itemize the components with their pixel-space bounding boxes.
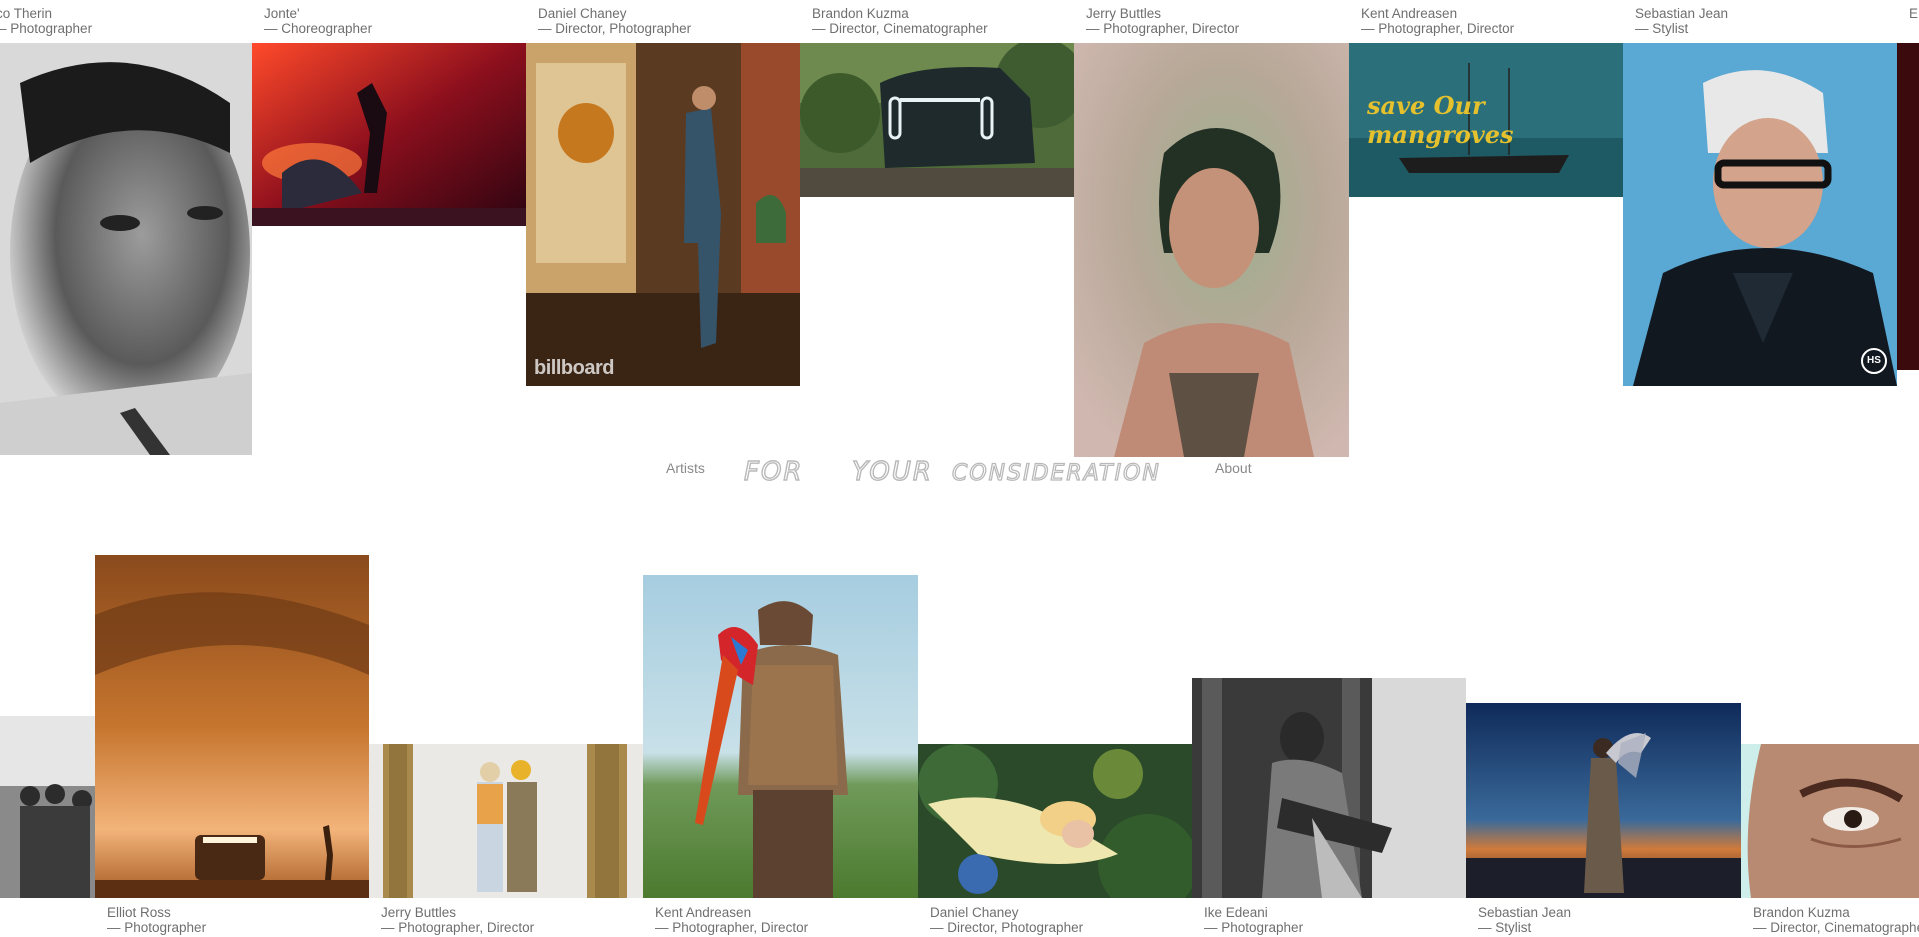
artist-name: Sebastian Jean bbox=[1478, 905, 1572, 920]
artist-photo bbox=[1074, 43, 1349, 457]
artist-caption: Kent Andreasen — Photographer, Director bbox=[655, 905, 808, 935]
artist-card[interactable]: Jonte' — Choreographer bbox=[252, 0, 526, 226]
brand-word: CONSIDERATION bbox=[952, 461, 1161, 486]
artist-role: — Photographer, Director bbox=[1086, 21, 1240, 36]
artist-card[interactable]: Sebastian Jean — Stylist HS bbox=[1623, 0, 1897, 386]
artist-role: — Stylist bbox=[1478, 920, 1532, 935]
artist-photo: billboard bbox=[526, 43, 800, 386]
brand-wordmark[interactable]: FOR YOUR CONSIDERATION bbox=[742, 452, 1178, 488]
artist-photo bbox=[1897, 43, 1919, 370]
artist-caption: Daniel Chaney — Director, Photographer bbox=[930, 905, 1083, 935]
artist-caption: Daniel Chaney — Director, Photographer bbox=[538, 6, 691, 36]
artist-caption: ico Therin — Photographer bbox=[0, 6, 92, 36]
artist-name: Jonte' bbox=[264, 6, 300, 21]
artist-caption: Kent Andreasen — Photographer, Director bbox=[1361, 6, 1514, 36]
artist-photo bbox=[95, 555, 369, 898]
artist-photo bbox=[1741, 744, 1919, 898]
artist-photo bbox=[0, 43, 252, 455]
artist-caption: Brandon Kuzma — Director, Cinematographe… bbox=[1753, 905, 1919, 935]
nav-about-link[interactable]: About bbox=[1215, 460, 1252, 476]
artist-photo: HS bbox=[1623, 43, 1897, 386]
artist-caption: Jonte' — Choreographer bbox=[264, 6, 372, 36]
artist-role: — Photographer, Director bbox=[1361, 21, 1515, 36]
artist-role: — Director, Cinematographer bbox=[1753, 920, 1919, 935]
artist-caption: Brandon Kuzma — Director, Cinematographe… bbox=[812, 6, 988, 36]
artist-card[interactable]: ico Therin — Photographer bbox=[0, 0, 252, 455]
artist-name: Brandon Kuzma bbox=[812, 6, 909, 21]
artist-card[interactable] bbox=[0, 716, 95, 898]
artist-photo bbox=[252, 43, 526, 226]
artist-photo bbox=[1466, 703, 1741, 898]
artist-name: Daniel Chaney bbox=[538, 6, 627, 21]
artist-card[interactable]: Sebastian Jean — Stylist bbox=[1466, 703, 1741, 937]
artist-name: Elliot Ross bbox=[107, 905, 171, 920]
artist-role: — Photographer, Director bbox=[655, 920, 809, 935]
artist-photo bbox=[918, 744, 1192, 898]
artist-name: Kent Andreasen bbox=[655, 905, 752, 920]
artist-photo bbox=[369, 744, 643, 898]
artist-role: — Photographer bbox=[107, 920, 207, 935]
artist-card[interactable]: Ike Edeani — Photographer bbox=[1192, 678, 1466, 937]
photographer-badge-icon: HS bbox=[1861, 348, 1887, 374]
artist-card[interactable]: Elliot Ross — Photographer bbox=[95, 555, 369, 937]
artist-card[interactable]: Kent Andreasen — Photographer, Director bbox=[643, 575, 918, 937]
artist-role: — Director, Photographer bbox=[538, 21, 692, 36]
artist-role: — Photographer bbox=[1204, 920, 1304, 935]
artist-name: Kent Andreasen bbox=[1361, 6, 1458, 21]
artist-name: ico Therin bbox=[0, 6, 53, 21]
artist-name: Jerry Buttles bbox=[1086, 6, 1162, 21]
artist-role: — Photographer, Director bbox=[381, 920, 535, 935]
artist-caption: Elliot Ross — Photographer bbox=[107, 905, 206, 935]
artist-photo: save Our mangroves bbox=[1349, 43, 1623, 197]
artist-name: Jerry Buttles bbox=[381, 905, 457, 920]
artist-photo bbox=[643, 575, 918, 898]
brand-word: YOUR bbox=[852, 457, 933, 487]
artist-name: Daniel Chaney bbox=[930, 905, 1019, 920]
artist-card[interactable]: Brandon Kuzma — Director, Cinematographe… bbox=[800, 0, 1074, 197]
artist-card[interactable]: E bbox=[1897, 0, 1919, 370]
artist-name: Sebastian Jean bbox=[1635, 6, 1729, 21]
nav-artists-link[interactable]: Artists bbox=[666, 460, 705, 476]
artist-photo bbox=[0, 716, 95, 898]
artist-name: E bbox=[1909, 6, 1919, 21]
artist-card[interactable]: Jerry Buttles — Photographer, Director bbox=[369, 744, 643, 937]
artist-caption: Sebastian Jean — Stylist bbox=[1635, 6, 1728, 36]
artist-card[interactable]: Daniel Chaney — Director, Photographer bbox=[918, 744, 1192, 937]
artist-role: — Stylist bbox=[1635, 21, 1689, 36]
artist-photo bbox=[1192, 678, 1466, 898]
artist-card[interactable]: Kent Andreasen — Photographer, Director … bbox=[1349, 0, 1623, 197]
artist-role: — Director, Photographer bbox=[930, 920, 1084, 935]
artist-caption: E bbox=[1909, 6, 1918, 21]
artist-caption: Ike Edeani — Photographer bbox=[1204, 905, 1303, 935]
artist-role: — Director, Cinematographer bbox=[812, 21, 988, 36]
artist-card[interactable]: Brandon Kuzma — Director, Cinematographe… bbox=[1741, 744, 1919, 937]
artist-role: — Photographer bbox=[0, 21, 93, 36]
site-nav: Artists FOR YOUR CONSIDERATION About bbox=[0, 452, 1919, 488]
artist-card[interactable]: Jerry Buttles — Photographer, Director bbox=[1074, 0, 1349, 457]
artist-photo bbox=[800, 43, 1074, 197]
poster-hand-lettering: save Our mangroves bbox=[1367, 91, 1514, 149]
artist-card[interactable]: Daniel Chaney — Director, Photographer b… bbox=[526, 0, 800, 386]
artist-caption: Jerry Buttles — Photographer, Director bbox=[1086, 6, 1239, 36]
artist-role: — Choreographer bbox=[264, 21, 373, 36]
artist-name: Ike Edeani bbox=[1204, 905, 1268, 920]
artist-caption: Sebastian Jean — Stylist bbox=[1478, 905, 1571, 935]
artist-caption: Jerry Buttles — Photographer, Director bbox=[381, 905, 534, 935]
artist-name: Brandon Kuzma bbox=[1753, 905, 1850, 920]
magazine-watermark: billboard bbox=[534, 357, 614, 379]
brand-word: FOR bbox=[744, 457, 804, 487]
